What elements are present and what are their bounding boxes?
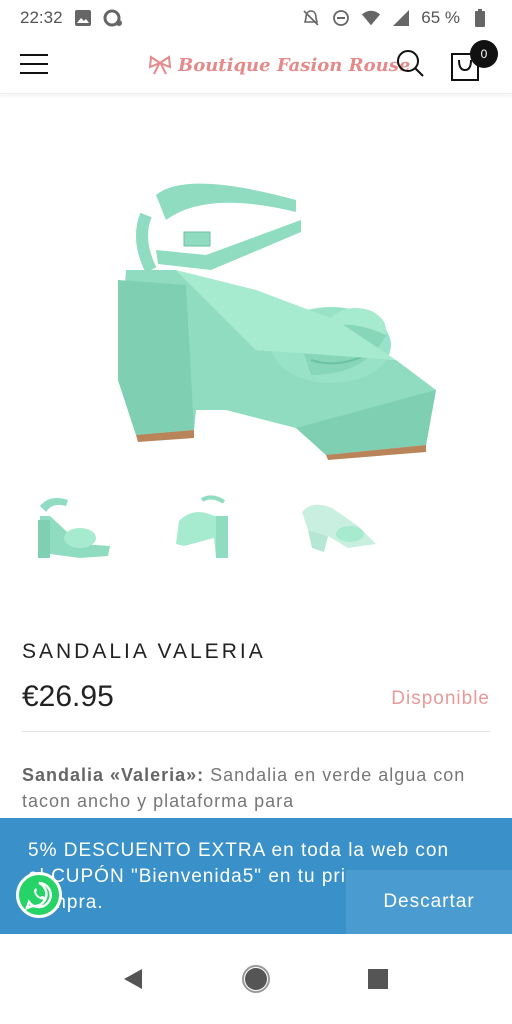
image-notification-icon: [73, 8, 93, 28]
recents-button[interactable]: [362, 963, 394, 995]
thumbnail-2[interactable]: [154, 486, 252, 568]
availability-status: Disponible: [391, 688, 490, 709]
hamburger-icon-line: [20, 54, 48, 56]
promo-banner: 5% DESCUENTO EXTRA en toda la web con el…: [0, 818, 512, 934]
status-right: 65 %: [301, 8, 490, 28]
description-heading: Sandalia «Valeria»:: [22, 765, 205, 785]
bow-icon: [148, 55, 172, 75]
thumbnail-image: [38, 498, 110, 558]
status-left: 22:32: [20, 8, 123, 28]
hamburger-icon-line: [20, 63, 48, 65]
cart-count-badge: 0: [470, 40, 498, 68]
product-title: SANDALIA VALERIA: [22, 640, 266, 663]
hamburger-icon-line: [20, 72, 48, 74]
thumbnail-image: [302, 504, 376, 552]
recents-square-icon: [368, 969, 388, 989]
product-thumbnails: [20, 486, 386, 568]
home-circle-icon: [242, 965, 270, 993]
brand-logo-text: Boutique Fasion Rouse: [178, 54, 411, 76]
home-button[interactable]: [240, 963, 272, 995]
status-bar: 22:32 65 %: [0, 0, 512, 36]
dismiss-button[interactable]: Descartar: [346, 870, 512, 934]
search-icon: [397, 50, 424, 77]
do-not-disturb-icon: [331, 8, 351, 28]
wifi-icon: [361, 8, 381, 28]
sandal-image: [118, 183, 436, 460]
brand-logo[interactable]: Boutique Fasion Rouse: [148, 50, 410, 80]
app-header: Boutique Fasion Rouse: [0, 36, 512, 94]
whatsapp-button[interactable]: [16, 872, 62, 918]
menu-button[interactable]: [20, 52, 48, 76]
thumbnail-3[interactable]: [288, 486, 386, 568]
product-price: €26.95: [22, 680, 114, 713]
product-main-image[interactable]: [96, 160, 496, 470]
system-navigation-bar: [0, 934, 512, 1024]
battery-icon: [470, 8, 490, 28]
signal-icon: [391, 8, 411, 28]
data-saver-icon: [103, 8, 123, 28]
notifications-off-icon: [301, 8, 321, 28]
back-button[interactable]: [118, 963, 150, 995]
divider: [22, 731, 490, 732]
thumbnail-1[interactable]: [20, 486, 118, 568]
whatsapp-icon: [25, 881, 52, 910]
battery-percent: 65 %: [421, 8, 460, 27]
search-button[interactable]: [395, 48, 425, 78]
product-description: Sandalia «Valeria»: Sandalia en verde al…: [22, 762, 492, 814]
thumbnail-image: [176, 495, 228, 558]
status-time: 22:32: [20, 8, 63, 27]
back-triangle-icon: [124, 969, 142, 989]
